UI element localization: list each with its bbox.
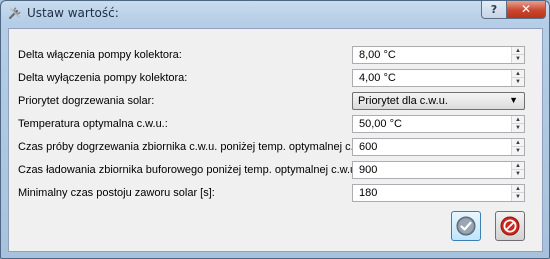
setting-label: Minimalny czas postoju zaworu solar [s]: — [18, 187, 215, 199]
chevron-down-icon[interactable]: ▼ — [512, 78, 524, 86]
setting-label: Priorytet dogrzewania solar: — [18, 95, 155, 107]
setting-label: Delta wyłączenia pompy kolektora: — [18, 72, 188, 84]
dialog-body: Delta włączenia pompy kolektora: 8,00 °C… — [8, 28, 543, 252]
chevron-down-icon[interactable]: ▼ — [512, 170, 524, 178]
spinbox-value[interactable]: 4,00 °C — [359, 72, 396, 84]
setting-row-valve-pause: Minimalny czas postoju zaworu solar [s]:… — [9, 184, 542, 202]
chevron-up-icon[interactable]: ▲ — [512, 70, 524, 78]
spinbox-value[interactable]: 180 — [359, 187, 377, 199]
spinbox-buttons: ▲ ▼ — [511, 185, 524, 201]
setting-label: Temperatura optymalna c.w.u.: — [18, 118, 168, 130]
ok-button[interactable] — [451, 211, 481, 241]
spinbox-buttons: ▲ ▼ — [511, 162, 524, 178]
spinbox-value[interactable]: 50,00 °C — [359, 118, 402, 130]
close-button[interactable]: ✕ — [506, 1, 546, 19]
delta-on-spinbox[interactable]: 8,00 °C ▲ ▼ — [352, 46, 525, 64]
help-button[interactable]: ? — [481, 1, 507, 19]
trial-time-spinbox[interactable]: 600 ▲ ▼ — [352, 138, 525, 156]
chevron-up-icon[interactable]: ▲ — [512, 185, 524, 193]
setting-row-priority: Priorytet dogrzewania solar: Priorytet d… — [9, 92, 542, 110]
spinbox-buttons: ▲ ▼ — [511, 47, 524, 63]
chevron-down-icon[interactable]: ▼ — [512, 55, 524, 63]
chevron-up-icon[interactable]: ▲ — [512, 162, 524, 170]
optimal-temp-spinbox[interactable]: 50,00 °C ▲ ▼ — [352, 115, 525, 133]
buffer-time-spinbox[interactable]: 900 ▲ ▼ — [352, 161, 525, 179]
spinbox-buttons: ▲ ▼ — [511, 70, 524, 86]
window-title: Ustaw wartość: — [27, 6, 119, 20]
setting-row-delta-on: Delta włączenia pompy kolektora: 8,00 °C… — [9, 46, 542, 64]
spinbox-value[interactable]: 600 — [359, 141, 377, 153]
cancel-button[interactable] — [495, 211, 525, 241]
setting-row-optimal-temp: Temperatura optymalna c.w.u.: 50,00 °C ▲… — [9, 115, 542, 133]
chevron-up-icon[interactable]: ▲ — [512, 139, 524, 147]
checkmark-icon — [456, 216, 476, 236]
dropdown-arrow-icon[interactable]: ▼ — [509, 95, 518, 105]
setting-label: Delta włączenia pompy kolektora: — [18, 49, 182, 61]
setting-label: Czas próby dogrzewania zbiornika c.w.u. … — [18, 141, 391, 153]
spinbox-value[interactable]: 8,00 °C — [359, 49, 396, 61]
setting-row-trial-time: Czas próby dogrzewania zbiornika c.w.u. … — [9, 138, 542, 156]
delta-off-spinbox[interactable]: 4,00 °C ▲ ▼ — [352, 69, 525, 87]
spinbox-buttons: ▲ ▼ — [511, 116, 524, 132]
chevron-down-icon[interactable]: ▼ — [512, 124, 524, 132]
tools-icon — [8, 7, 21, 20]
setting-row-buffer-time: Czas ładowania zbiornika buforowego poni… — [9, 161, 542, 179]
spinbox-buttons: ▲ ▼ — [511, 139, 524, 155]
chevron-up-icon[interactable]: ▲ — [512, 47, 524, 55]
setting-row-delta-off: Delta wyłączenia pompy kolektora: 4,00 °… — [9, 69, 542, 87]
chevron-down-icon[interactable]: ▼ — [512, 147, 524, 155]
priority-dropdown[interactable]: Priorytet dla c.w.u. ▼ — [352, 92, 525, 110]
no-entry-icon — [500, 216, 520, 236]
dialog-window: Ustaw wartość: ? ✕ Delta włączenia pompy… — [0, 0, 550, 259]
valve-pause-spinbox[interactable]: 180 ▲ ▼ — [352, 184, 525, 202]
dropdown-value[interactable]: Priorytet dla c.w.u. — [358, 95, 448, 107]
setting-label: Czas ładowania zbiornika buforowego poni… — [18, 164, 377, 176]
spinbox-value[interactable]: 900 — [359, 164, 377, 176]
title-bar[interactable]: Ustaw wartość: ? ✕ — [1, 1, 549, 27]
chevron-up-icon[interactable]: ▲ — [512, 116, 524, 124]
chevron-down-icon[interactable]: ▼ — [512, 193, 524, 201]
